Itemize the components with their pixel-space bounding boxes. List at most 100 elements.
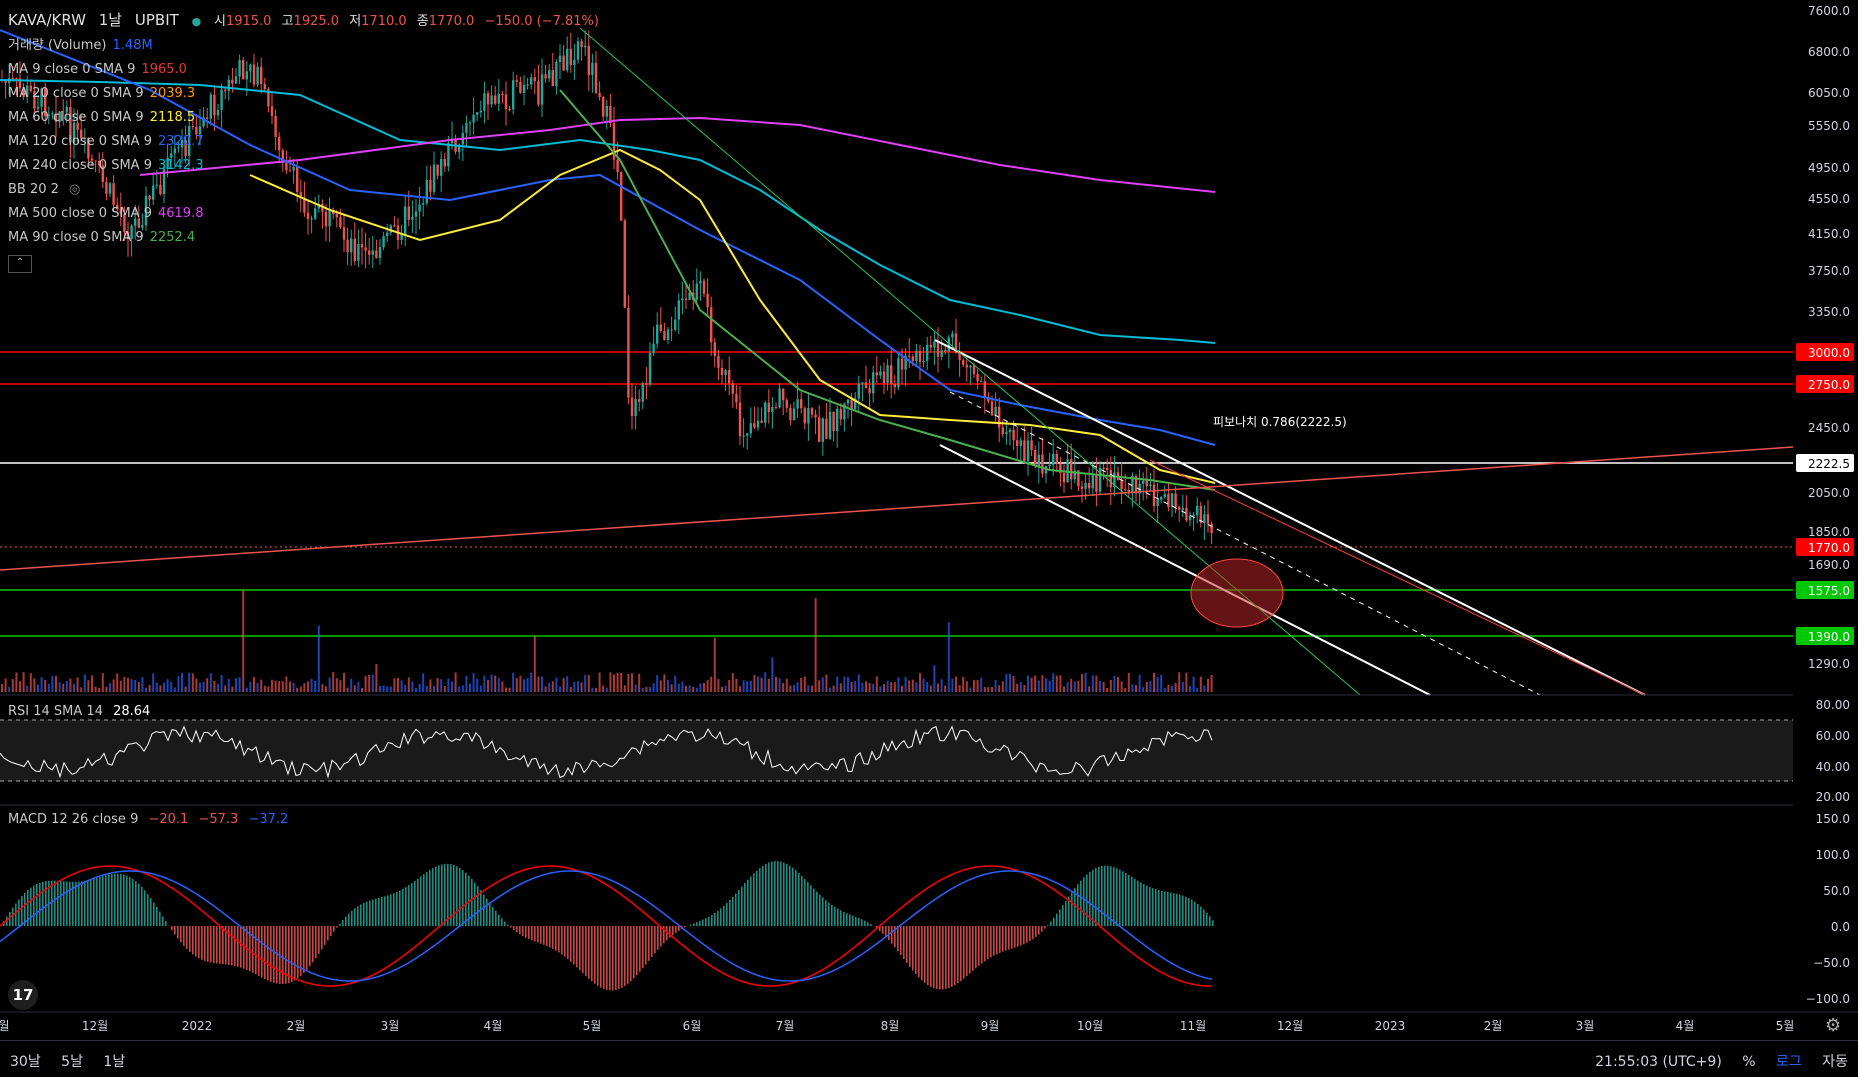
macd-histogram-bar bbox=[444, 864, 446, 926]
settings-gear-icon[interactable]: ⚙ bbox=[1825, 1015, 1841, 1036]
candle-body bbox=[861, 382, 863, 383]
macd-histogram-bar bbox=[624, 926, 626, 986]
legend-row[interactable]: 거래량 (Volume)1.48M bbox=[8, 34, 615, 58]
volume-bar bbox=[318, 626, 320, 692]
legend-value: 2039.3 bbox=[150, 86, 196, 101]
volume-bar bbox=[851, 682, 853, 692]
volume-bar bbox=[995, 680, 997, 692]
macd-histogram-bar bbox=[696, 922, 698, 926]
macd-histogram-bar bbox=[510, 926, 512, 928]
volume-bar bbox=[825, 675, 827, 692]
candle-body bbox=[1160, 497, 1162, 500]
volume-bar bbox=[692, 687, 694, 692]
x-tick-label: 8월 bbox=[881, 1019, 900, 1033]
interval[interactable]: 1날 bbox=[99, 11, 122, 29]
candle-body bbox=[724, 370, 726, 375]
legend-row[interactable]: MA 60 close 0 SMA 92118.5 bbox=[8, 106, 615, 130]
macd-histogram-bar bbox=[492, 907, 494, 926]
log-toggle[interactable]: 로그 bbox=[1776, 1054, 1802, 1070]
macd-histogram-bar bbox=[462, 870, 464, 926]
volume-bar bbox=[595, 688, 597, 692]
macd-histogram-bar bbox=[513, 926, 515, 930]
volume-bar bbox=[19, 681, 21, 692]
percent-toggle[interactable]: % bbox=[1742, 1054, 1755, 1070]
volume-bar bbox=[581, 682, 583, 692]
volume-bar bbox=[339, 680, 341, 692]
volume-bar bbox=[1157, 677, 1159, 692]
macd-histogram-bar bbox=[537, 926, 539, 943]
symbol[interactable]: KAVA/KRW bbox=[8, 11, 86, 29]
legend-row[interactable]: MA 9 close 0 SMA 91965.0 bbox=[8, 58, 615, 82]
macd-histogram-bar bbox=[621, 926, 623, 988]
legend-row[interactable]: MA 240 close 0 SMA 93142.3 bbox=[8, 154, 615, 178]
macd-histogram-bar bbox=[1083, 877, 1085, 926]
volume-bar bbox=[8, 687, 10, 692]
volume-bar bbox=[653, 683, 655, 692]
candle-body bbox=[804, 408, 806, 423]
macd-histogram-bar bbox=[327, 926, 329, 940]
price-tick-label: 6050.0 bbox=[1808, 86, 1850, 100]
macd-histogram-bar bbox=[870, 924, 872, 926]
auto-toggle[interactable]: 자동 bbox=[1822, 1054, 1848, 1070]
macd-histogram-bar bbox=[591, 926, 593, 981]
macd-histogram-bar bbox=[1143, 884, 1145, 926]
candle-body bbox=[933, 341, 935, 347]
bottom-toolbar: 30날 5날 1날 21:55:03 (UTC+9) % 로그 자동 bbox=[0, 1040, 1858, 1077]
volume-bar bbox=[1106, 688, 1108, 692]
legend-row[interactable]: BB 20 2 ◎ bbox=[8, 178, 615, 202]
volume-bar bbox=[451, 682, 453, 692]
candle-body bbox=[710, 307, 712, 342]
candle-body bbox=[627, 308, 629, 398]
hidden-eye-icon[interactable]: ◎ bbox=[65, 182, 80, 197]
range-30d[interactable]: 30날 bbox=[10, 1054, 41, 1070]
legend-row[interactable]: MA 90 close 0 SMA 92252.4 bbox=[8, 226, 615, 250]
macd-histogram-bar bbox=[1110, 866, 1112, 926]
collapse-legend-button[interactable]: ⌃ bbox=[8, 255, 32, 273]
rsi-legend: RSI 14 SMA 14 28.64 bbox=[8, 704, 150, 719]
volume-bar bbox=[347, 688, 349, 692]
macd-histogram-bar bbox=[747, 880, 749, 926]
macd-histogram-bar bbox=[852, 916, 854, 926]
range-1d[interactable]: 1날 bbox=[103, 1054, 125, 1070]
price-tick-label: 3750.0 bbox=[1808, 264, 1850, 278]
volume-bar bbox=[836, 677, 838, 692]
legend-row[interactable]: MA 120 close 0 SMA 92320.7 bbox=[8, 130, 615, 154]
price-marker-label: 1575.0 bbox=[1808, 584, 1850, 598]
volume-bar bbox=[545, 686, 547, 692]
volume-bar bbox=[505, 687, 507, 692]
volume-bar bbox=[1013, 676, 1015, 692]
macd-histogram-bar bbox=[192, 926, 194, 954]
candle-body bbox=[872, 372, 874, 393]
volume-bar bbox=[959, 685, 961, 692]
volume-bar bbox=[163, 683, 165, 692]
macd-tick-label: 0.0 bbox=[1831, 920, 1850, 934]
volume-bar bbox=[167, 679, 169, 692]
x-tick-label: 3월 bbox=[1576, 1019, 1595, 1033]
volume-bar bbox=[127, 678, 129, 692]
volume-bar bbox=[620, 673, 622, 692]
volume-bar bbox=[707, 680, 709, 692]
volume-bar bbox=[793, 685, 795, 692]
volume-bar bbox=[1085, 673, 1087, 692]
candle-body bbox=[670, 330, 672, 331]
macd-histogram-bar bbox=[423, 874, 425, 926]
macd-histogram-bar bbox=[342, 920, 344, 926]
range-5d[interactable]: 5날 bbox=[61, 1054, 83, 1070]
macd-histogram-bar bbox=[582, 926, 584, 973]
volume-bar bbox=[1038, 680, 1040, 692]
macd-histogram-bar bbox=[900, 926, 902, 955]
candle-body bbox=[739, 402, 741, 436]
macd-histogram-bar bbox=[228, 926, 230, 965]
legend-row[interactable]: MA 20 close 0 SMA 92039.3 bbox=[8, 82, 615, 106]
macd-histogram-bar bbox=[1077, 884, 1079, 926]
macd-histogram-bar bbox=[354, 908, 356, 926]
candle-body bbox=[980, 381, 982, 382]
macd-histogram-bar bbox=[504, 922, 506, 926]
candle-body bbox=[1149, 485, 1151, 487]
volume-bar bbox=[289, 682, 291, 692]
macd-histogram-bar bbox=[1194, 902, 1196, 926]
volume-bar bbox=[991, 687, 993, 692]
macd-histogram-bar bbox=[105, 875, 107, 926]
volume-bar bbox=[761, 678, 763, 692]
legend-row[interactable]: MA 500 close 0 SMA 94619.8 bbox=[8, 202, 615, 226]
